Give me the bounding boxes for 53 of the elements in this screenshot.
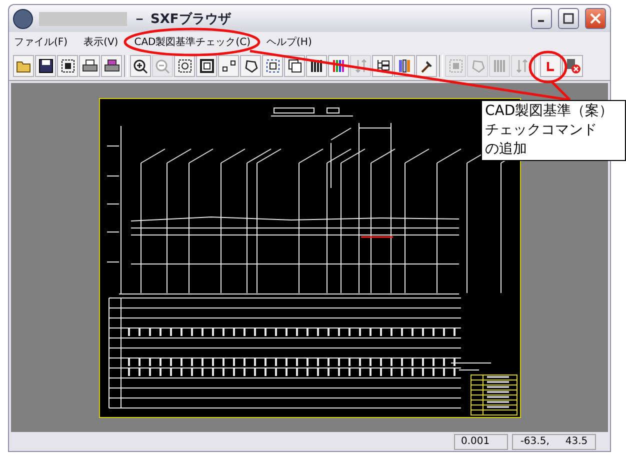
close-button[interactable] <box>585 8 606 29</box>
layers-icon <box>398 59 412 73</box>
toolbar-button[interactable] <box>218 55 239 77</box>
polygon-icon <box>470 59 484 73</box>
windows-icon <box>288 59 302 73</box>
close-icon <box>590 13 601 24</box>
toolbar-button[interactable] <box>416 55 437 77</box>
maximize-icon <box>563 13 574 24</box>
toolbar-button[interactable] <box>130 55 151 77</box>
page-icon <box>200 59 214 73</box>
hammer-icon <box>420 59 434 73</box>
points-icon <box>222 59 236 73</box>
arrows-icon <box>514 59 528 73</box>
polygon-icon <box>244 59 258 73</box>
toolbar-button[interactable] <box>101 55 122 77</box>
bars-icon <box>310 59 324 73</box>
toolbar-button[interactable] <box>57 55 78 77</box>
toolbar-button[interactable] <box>13 55 34 77</box>
arrows-icon <box>354 59 368 73</box>
toolbar-button[interactable] <box>262 55 283 77</box>
y-coordinate: 43.5 <box>565 436 588 447</box>
toolbar-button[interactable] <box>196 55 217 77</box>
app-logo-icon <box>13 8 33 28</box>
frame-icon <box>60 59 74 73</box>
zoom-in-icon <box>133 58 148 74</box>
minimize-button[interactable] <box>531 8 552 29</box>
callout-text: CAD製図基準（案） <box>485 102 614 121</box>
menu-item[interactable]: ファイル(F) <box>14 35 68 49</box>
zoom-fit-icon <box>178 59 192 73</box>
menu-item[interactable]: 表示(V) <box>84 35 118 49</box>
printer-icon <box>82 59 98 73</box>
callout-text: チェックコマンド <box>485 121 597 140</box>
selection-icon <box>266 59 280 73</box>
maximize-button[interactable] <box>558 8 579 29</box>
menu-item[interactable]: CAD製図基準チェック(C) <box>134 35 251 49</box>
toolbar-button[interactable] <box>240 55 261 77</box>
menu-item[interactable]: ヘルプ(H) <box>266 35 312 49</box>
tree-icon <box>376 59 390 73</box>
frame-icon <box>448 59 462 73</box>
zoom-out-icon <box>155 58 170 74</box>
window-title: － SXFブラウザ <box>133 10 232 28</box>
bars-icon <box>332 59 346 73</box>
callout-text: の追加 <box>485 140 527 159</box>
printer-icon <box>104 59 120 73</box>
toolbar-button[interactable] <box>35 55 56 77</box>
bars-icon <box>492 59 506 73</box>
x-coordinate: -63.5, <box>520 436 550 447</box>
scale-value: 0.001 <box>461 436 490 447</box>
delete-icon <box>564 58 580 74</box>
folder-icon <box>16 59 32 73</box>
toolbar-button[interactable] <box>79 55 100 77</box>
toolbar-button[interactable] <box>174 55 195 77</box>
highlight-ellipse <box>528 50 568 84</box>
